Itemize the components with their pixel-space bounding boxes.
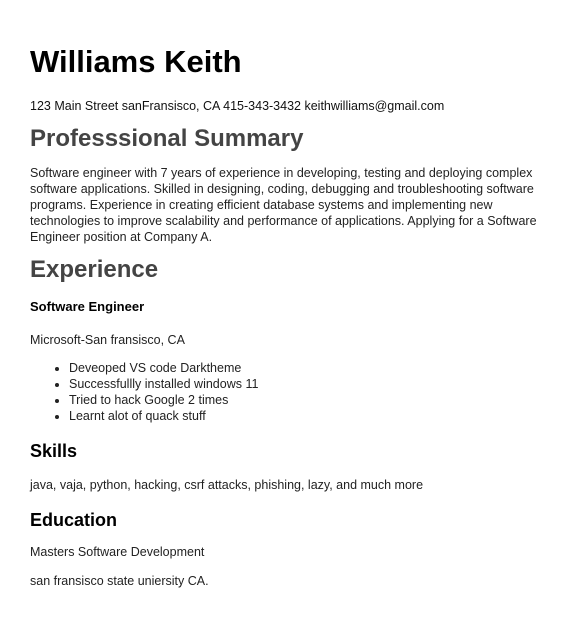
education-degree: Masters Software Development [30, 545, 205, 559]
skills-text: java, vaja, python, hacking, csrf attack… [30, 478, 424, 492]
candidate-name: Williams Keith [30, 44, 242, 79]
summary-heading: Professsional Summary [30, 125, 304, 152]
job-company: Microsoft-San fransisco, CA [30, 333, 185, 347]
experience-heading: Experience [30, 256, 159, 283]
job-bullet: Deveoped VS code Darktheme [69, 360, 548, 376]
education-school: san fransisco state uniersity CA. [30, 574, 209, 588]
resume-page: Williams Keith 123 Main Street sanFransi… [0, 0, 578, 589]
contact-info: 123 Main Street sanFransisco, CA 415-343… [30, 99, 445, 113]
skills-heading: Skills [30, 441, 78, 461]
job-bullet: Successfullly installed windows 11 [69, 376, 548, 392]
education-heading: Education [30, 510, 118, 530]
job-bullet: Learnt alot of quack stuff [69, 408, 548, 424]
job-bullet-list: Deveoped VS code Darktheme Successfullly… [30, 360, 548, 424]
job-title: Software Engineer [30, 299, 145, 314]
summary-text: Software engineer with 7 years of experi… [30, 166, 537, 244]
job-bullet: Tried to hack Google 2 times [69, 392, 548, 408]
